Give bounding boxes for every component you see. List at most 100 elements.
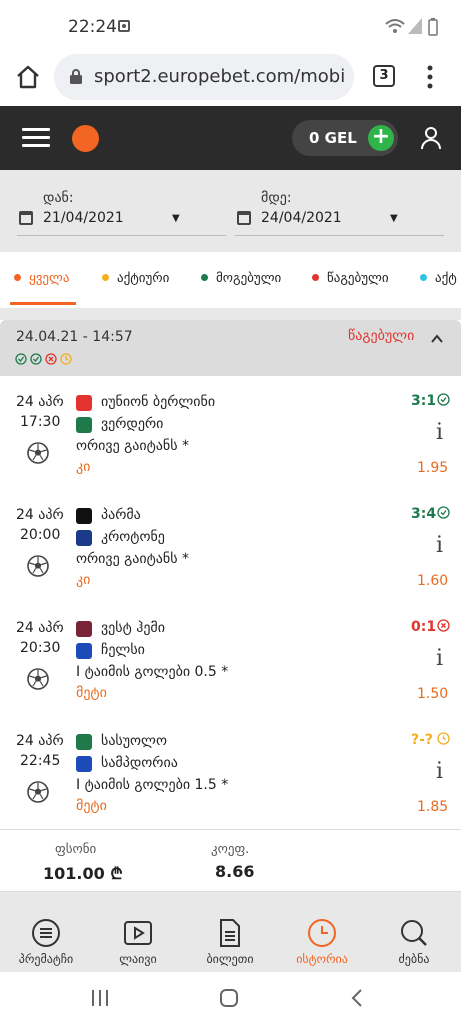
system-home-icon[interactable] — [219, 988, 239, 1008]
home-team-crest-icon — [76, 395, 92, 411]
ticket-header[interactable]: 24.04.21 - 14:57 წაგებული — [0, 320, 461, 376]
away-team-crest-icon — [76, 756, 92, 772]
football-icon — [27, 781, 49, 803]
chevron-down-icon[interactable]: ▼ — [390, 213, 398, 224]
bet-pick: მეტი — [76, 685, 107, 701]
football-icon — [27, 555, 49, 577]
tab-all[interactable]: ყველა — [14, 271, 69, 286]
coef-value: 8.66 — [215, 862, 255, 881]
away-team-crest-icon — [76, 417, 92, 433]
divider — [0, 892, 461, 908]
brand-logo[interactable] — [72, 125, 99, 152]
bet-odds: 1.60 — [417, 573, 449, 589]
home-team: ვესტ ჰემი — [101, 620, 165, 636]
tab-active-2[interactable]: აქტ — [420, 271, 457, 286]
nav-label: ისტორია — [296, 952, 348, 966]
football-icon — [27, 668, 49, 690]
tab-switcher-button[interactable]: 3 — [373, 65, 395, 87]
info-icon[interactable]: i — [436, 533, 443, 558]
browser-toolbar: sport2.europebet.com/mobi 3 — [0, 52, 461, 106]
balance-text: 0 GEL — [309, 129, 357, 147]
calendar-icon — [19, 211, 33, 225]
x-circle-icon — [437, 619, 450, 632]
home-team: იუნიონ ბერლინი — [101, 394, 216, 410]
tab-lost[interactable]: წაგებული — [312, 271, 389, 286]
match-score: 3:1 — [411, 393, 437, 409]
match-time: 20:30 — [20, 640, 61, 656]
ticket-status: წაგებული — [348, 328, 415, 344]
bet-row[interactable]: 24 აპრ 22:45 სასუოლო სამპდორია I ტაიმის გოლე… — [0, 716, 461, 830]
nav-ticket[interactable]: ბილეთი — [189, 908, 271, 972]
home-team: პარმა — [101, 507, 141, 523]
nav-history[interactable]: ისტორია — [281, 908, 363, 972]
away-team-crest-icon — [76, 643, 92, 659]
match-score: 3:4 — [411, 506, 437, 522]
clock-icon — [308, 919, 336, 947]
nav-search[interactable]: ძებნა — [373, 908, 455, 972]
bet-pick: კი — [76, 459, 91, 475]
search-icon — [401, 920, 427, 946]
nav-live[interactable]: ლაივი — [97, 908, 179, 972]
bet-market: I ტაიმის გოლები 0.5 * — [76, 664, 229, 680]
bet-row[interactable]: 24 აპრ 20:30 ვესტ ჰემი ჩელსი I ტაიმის გოლები… — [0, 603, 461, 717]
user-icon[interactable] — [420, 126, 442, 150]
home-team: სასუოლო — [101, 733, 167, 749]
bottom-nav: პრემატჩი ლაივი ბილეთი ისტორია ძებნა — [0, 908, 461, 972]
tab-active[interactable]: აქტიური — [102, 271, 169, 286]
from-date-value[interactable]: 21/04/2021 — [43, 210, 124, 226]
back-icon[interactable] — [350, 988, 364, 1008]
url-text[interactable]: sport2.europebet.com/mobi — [94, 66, 344, 87]
battery-icon — [428, 18, 438, 36]
home-icon[interactable] — [15, 64, 41, 90]
lock-icon — [70, 69, 82, 84]
chevron-up-icon[interactable] — [430, 332, 444, 346]
to-underline — [235, 235, 444, 236]
away-team: კროტონე — [101, 529, 165, 545]
bet-odds: 1.95 — [417, 460, 449, 476]
info-icon[interactable]: i — [436, 420, 443, 445]
more-options-icon[interactable] — [420, 64, 440, 90]
clock-icon — [437, 732, 450, 745]
away-team: ჩელსი — [101, 642, 145, 658]
ticket-datetime: 24.04.21 - 14:57 — [16, 329, 133, 345]
home-team-crest-icon — [76, 734, 92, 750]
match-time: 22:45 — [20, 753, 61, 769]
notification-icon — [118, 20, 130, 32]
nav-label: ბილეთი — [206, 952, 254, 966]
match-time: 17:30 — [20, 414, 61, 430]
nav-label: ლაივი — [119, 952, 157, 966]
ticket-summary: ფსონი 101.00 ₾ კოეფ. 8.66 — [0, 830, 461, 892]
play-icon — [124, 921, 152, 945]
deposit-button[interactable]: + — [368, 125, 394, 151]
nav-prematch[interactable]: პრემატჩი — [5, 908, 87, 972]
nav-label: პრემატჩი — [18, 952, 74, 966]
to-date-value[interactable]: 24/04/2021 — [261, 210, 342, 226]
check-circle-icon — [437, 506, 450, 519]
bet-market: ორივე გაიტანს * — [76, 551, 189, 567]
chevron-down-icon[interactable]: ▼ — [172, 213, 180, 224]
status-tabs: ყველა აქტიური მოგებული წაგებული აქტ — [0, 252, 461, 308]
bet-odds: 1.50 — [417, 686, 449, 702]
date-filter: დან: 21/04/2021 ▼ მდე: 24/04/2021 ▼ — [0, 170, 461, 252]
from-underline — [17, 235, 226, 236]
list-circle-icon — [32, 919, 60, 947]
signal-icon — [408, 18, 422, 34]
bet-row[interactable]: 24 აპრ 20:00 პარმა კროტონე ორივე გაიტანს * კი… — [0, 490, 461, 604]
coef-label: კოეფ. — [211, 842, 250, 857]
divider — [0, 308, 461, 320]
tab-won[interactable]: მოგებული — [201, 271, 281, 286]
bet-pick: კი — [76, 572, 91, 588]
away-team: ვერდერი — [101, 416, 164, 432]
calendar-icon — [237, 211, 251, 225]
app-header: 0 GEL + — [0, 106, 461, 170]
info-icon[interactable]: i — [436, 646, 443, 671]
stake-label: ფსონი — [55, 842, 97, 857]
active-tab-indicator — [10, 302, 76, 305]
menu-icon[interactable] — [22, 128, 50, 148]
info-icon[interactable]: i — [436, 759, 443, 784]
status-time: 22:24 — [68, 17, 117, 37]
recent-apps-icon[interactable] — [90, 989, 110, 1007]
bet-row[interactable]: 24 აპრ 17:30 იუნიონ ბერლინი ვერდერი ორივე გა… — [0, 377, 461, 491]
match-date: 24 აპრ — [16, 620, 64, 636]
home-team-crest-icon — [76, 508, 92, 524]
